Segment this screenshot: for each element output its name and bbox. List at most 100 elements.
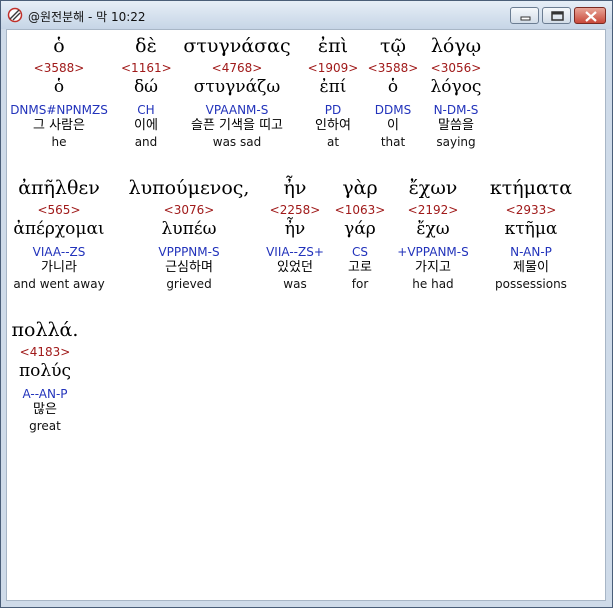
minimize-icon (520, 16, 531, 21)
english-gloss: and (134, 135, 158, 149)
strong-number[interactable]: <565> (7, 203, 111, 217)
word-block[interactable]: πολλά. <4183> πολύς A--AN-P 많은 great (7, 318, 83, 433)
strong-number[interactable]: <2192> (393, 203, 473, 217)
word-block[interactable]: ἦν <2258> ἦν VIIA--ZS+ 있었던 was (263, 176, 327, 291)
word-block[interactable]: στυγνάσας <4768> στυγνάζω VPAANM-S 슬픈 기색… (177, 34, 297, 149)
parsing-code: N-DM-S (433, 103, 479, 117)
english-gloss: at (326, 135, 340, 149)
app-icon[interactable] (7, 7, 23, 23)
korean-gloss: 가지고 (415, 260, 451, 275)
korean-gloss: 말씀을 (438, 118, 474, 133)
title-bar[interactable]: @원전분해 - 막 10:22 (1, 1, 612, 29)
lemma: κτῆμα (504, 219, 558, 239)
parsing-code: VIAA--ZS (32, 245, 86, 259)
app-window: @원전분해 - 막 10:22 ὁ <3588> ὁ DNMS#NPNMZS 그… (0, 0, 613, 608)
parsing-view[interactable]: ὁ <3588> ὁ DNMS#NPNMZS 그 사람은 he δὲ <1161… (6, 29, 606, 601)
english-gloss: he (51, 135, 67, 149)
greek-word: ἐπὶ (317, 35, 349, 57)
english-gloss: grieved (166, 277, 212, 291)
strong-number[interactable]: <3056> (421, 61, 491, 75)
lemma: γάρ (344, 219, 376, 239)
lemma: ὁ (53, 77, 65, 97)
lemma: δώ (133, 77, 159, 97)
lemma: ἔχω (416, 219, 450, 239)
strong-number[interactable]: <4768> (177, 61, 297, 75)
parsing-code: VPPPNM-S (158, 245, 220, 259)
parsing-code: N-AN-P (510, 245, 552, 259)
korean-gloss: 있었던 (277, 260, 313, 275)
strong-number[interactable]: <2258> (263, 203, 327, 217)
korean-gloss: 고로 (348, 260, 372, 275)
parsing-code: DNMS#NPNMZS (10, 103, 108, 117)
greek-word: γὰρ (342, 177, 378, 199)
korean-gloss: 가니라 (41, 260, 77, 275)
korean-gloss: 슬픈 기색을 띠고 (191, 118, 283, 133)
greek-word: λυπούμενος, (128, 177, 250, 199)
close-button[interactable] (574, 7, 606, 24)
word-block[interactable]: ἔχων <2192> ἔχω +VPPANM-S 가지고 he had (393, 176, 473, 291)
strong-number[interactable]: <3588> (367, 61, 419, 75)
lemma: λόγος (430, 77, 482, 97)
korean-gloss: 이 (387, 118, 399, 133)
parsing-code: CH (137, 103, 155, 117)
word-block[interactable]: τῷ <3588> ὁ DDMS 이 that (367, 34, 419, 149)
lemma: πολύς (18, 361, 72, 381)
parsing-code: PD (324, 103, 342, 117)
greek-word: λόγῳ (430, 35, 482, 57)
strong-number[interactable]: <2933> (479, 203, 583, 217)
word-block[interactable]: ἀπῆλθεν <565> ἀπέρχομαι VIAA--ZS 가니라 and… (7, 176, 111, 291)
greek-word: κτήματα (489, 177, 573, 199)
parsing-code: +VPPANM-S (397, 245, 469, 259)
word-block[interactable]: γὰρ <1063> γάρ CS 고로 for (333, 176, 387, 291)
english-gloss: was sad (212, 135, 262, 149)
maximize-icon (551, 11, 564, 21)
strong-number[interactable]: <1161> (121, 61, 172, 75)
strong-number[interactable]: <1909> (307, 61, 359, 75)
english-gloss: he had (412, 277, 454, 291)
word-block[interactable]: ὁ <3588> ὁ DNMS#NPNMZS 그 사람은 he (7, 34, 111, 149)
english-gloss: possessions (495, 277, 567, 291)
greek-word: πολλά. (11, 319, 79, 341)
word-block[interactable]: κτήματα <2933> κτῆμα N-AN-P 제물이 possessi… (479, 176, 583, 291)
parsing-code: VIIA--ZS+ (266, 245, 324, 259)
strong-number[interactable]: <1063> (333, 203, 387, 217)
strong-number[interactable]: <4183> (7, 345, 83, 359)
word-block[interactable]: ἐπὶ <1909> ἐπί PD 인하여 at (307, 34, 359, 149)
greek-word: ὁ (53, 35, 65, 57)
strong-number[interactable]: <3588> (7, 61, 111, 75)
english-gloss: and went away (13, 277, 105, 291)
korean-gloss: 인하여 (315, 118, 351, 133)
parsing-code: VPAANM-S (205, 103, 269, 117)
word-block[interactable]: λυπούμενος, <3076> λυπέω VPPPNM-S 근심하며 g… (121, 176, 257, 291)
strong-number[interactable]: <3076> (121, 203, 257, 217)
greek-word: τῷ (379, 35, 406, 57)
lemma: στυγνάζω (193, 77, 281, 97)
window-title: @원전분해 - 막 10:22 (28, 10, 146, 24)
minimize-button[interactable] (510, 7, 539, 24)
greek-word: ἦν (283, 177, 307, 199)
parsing-code: CS (352, 245, 368, 259)
close-icon (585, 11, 597, 22)
korean-gloss: 그 사람은 (33, 118, 85, 133)
parsing-code: DDMS (374, 103, 412, 117)
word-block[interactable]: δὲ <1161> δώ CH 이에 and (121, 34, 172, 149)
lemma: ἀπέρχομαι (13, 219, 105, 239)
lemma: ἐπί (319, 77, 347, 97)
word-block[interactable]: λόγῳ <3056> λόγος N-DM-S 말씀을 saying (421, 34, 491, 149)
korean-gloss: 제물이 (513, 260, 549, 275)
korean-gloss: 이에 (134, 118, 158, 133)
english-gloss: great (29, 419, 61, 433)
english-gloss: saying (436, 135, 476, 149)
english-gloss: for (351, 277, 369, 291)
lemma: λυπέω (161, 219, 217, 239)
greek-word: ἀπῆλθεν (18, 177, 100, 199)
maximize-button[interactable] (542, 7, 571, 24)
greek-word: ἔχων (408, 177, 458, 199)
lemma: ἦν (284, 219, 306, 239)
greek-word: στυγνάσας (183, 35, 291, 57)
english-gloss: was (283, 277, 307, 291)
greek-word: δὲ (135, 35, 157, 57)
english-gloss: that (380, 135, 406, 149)
parsing-code: A--AN-P (22, 387, 68, 401)
korean-gloss: 근심하며 (165, 260, 213, 275)
